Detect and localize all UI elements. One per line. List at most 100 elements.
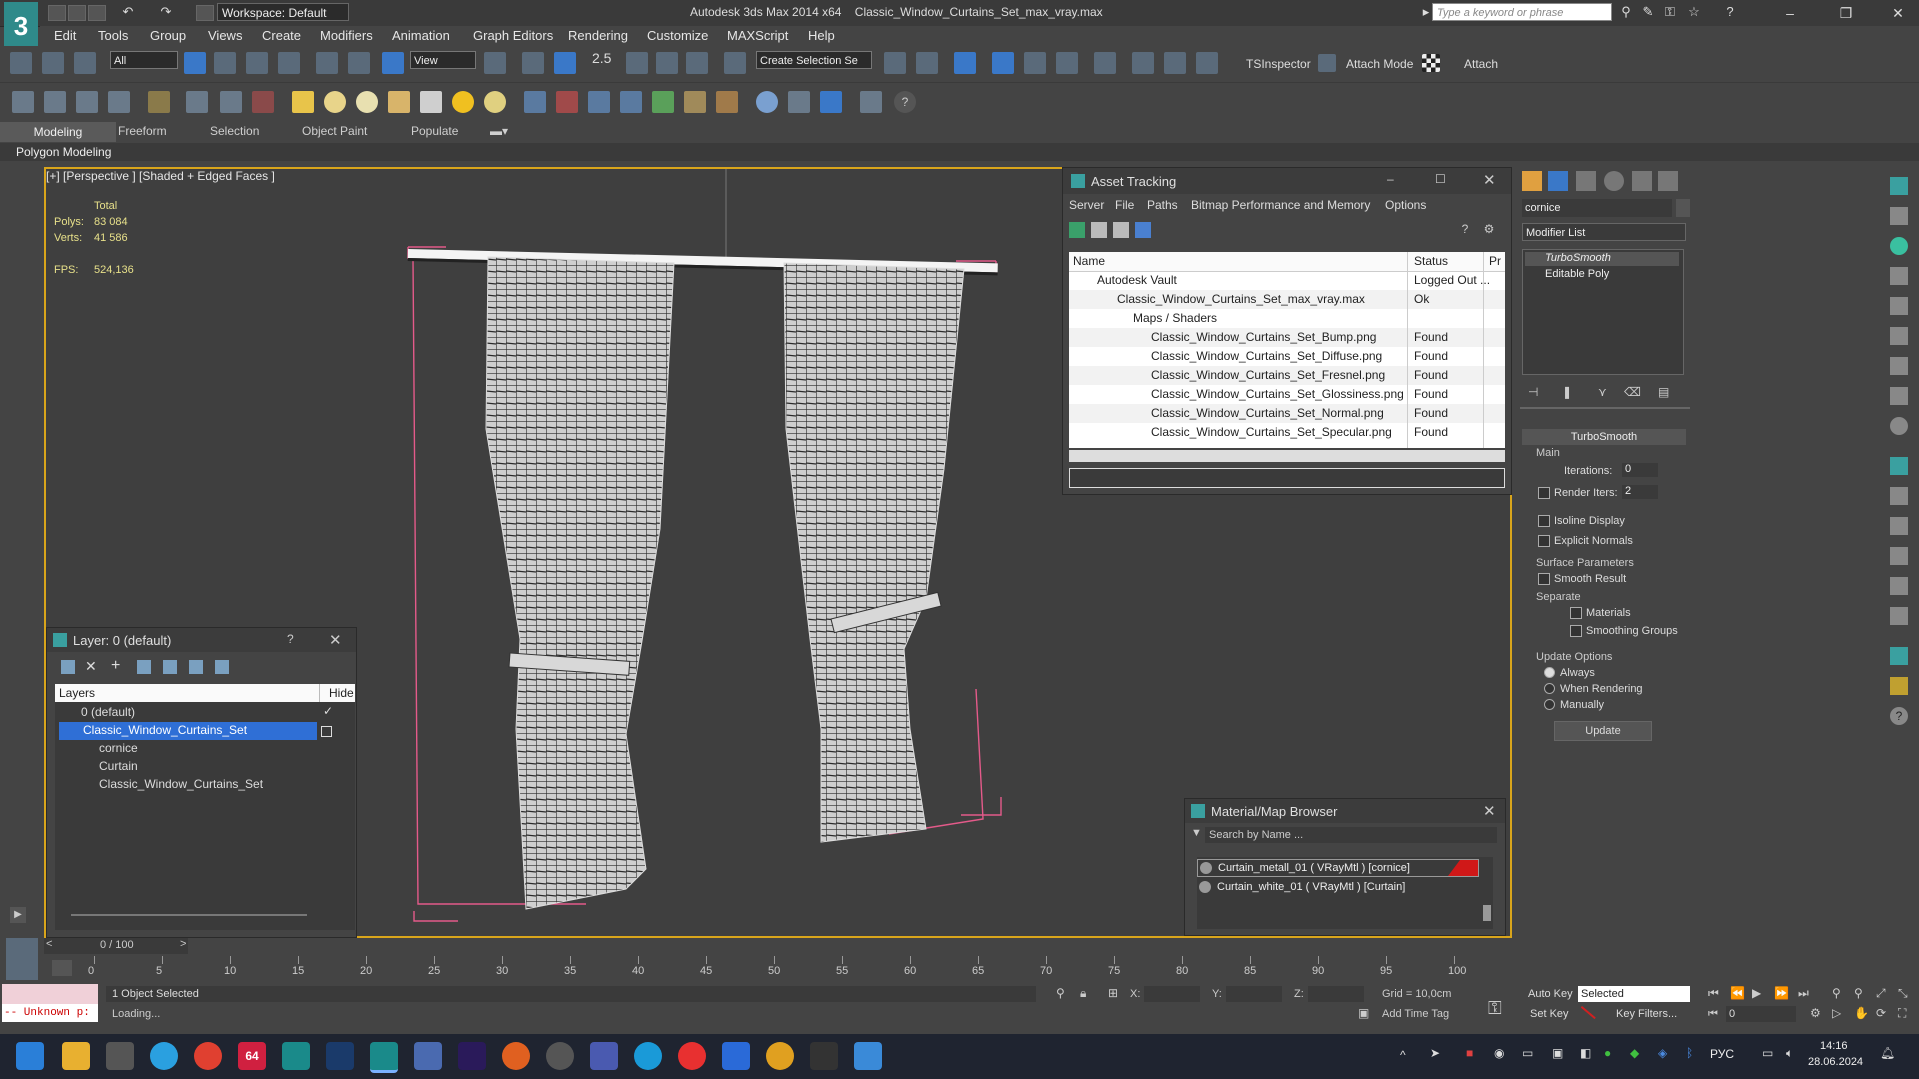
- strip-icon-14[interactable]: [1890, 577, 1908, 595]
- strip-icon-10[interactable]: [1890, 457, 1908, 475]
- configure-sets-icon[interactable]: ▤: [1658, 385, 1669, 399]
- tab-freeform[interactable]: Freeform: [118, 124, 167, 138]
- language-indicator[interactable]: РУС: [1710, 1047, 1734, 1061]
- create-layer-icon[interactable]: [61, 660, 75, 674]
- tab-modeling[interactable]: Modeling: [0, 122, 116, 142]
- browser-options-icon[interactable]: ▼: [1191, 827, 1202, 839]
- horizontal-scrollbar[interactable]: [1069, 450, 1505, 462]
- help-icon[interactable]: ?: [287, 632, 294, 646]
- strip-help-icon[interactable]: ?: [1890, 707, 1908, 725]
- restore-icon[interactable]: ❐: [1826, 2, 1866, 24]
- keyword-search-input[interactable]: Type a keyword or phrase: [1432, 3, 1612, 21]
- edit-named-selection-icon[interactable]: [724, 52, 746, 74]
- close-icon[interactable]: ✕: [329, 631, 342, 649]
- mini-listener-icon[interactable]: [6, 938, 38, 980]
- yandex-icon[interactable]: [678, 1042, 706, 1070]
- edge-icon[interactable]: [634, 1042, 662, 1070]
- refresh-icon[interactable]: [1069, 222, 1085, 238]
- tray-chevron-icon[interactable]: ^: [1400, 1048, 1406, 1062]
- attach-mode-icon[interactable]: [1318, 54, 1336, 72]
- network-icon[interactable]: ▭: [1762, 1046, 1773, 1060]
- vertical-scrollbar[interactable]: [1483, 905, 1491, 921]
- bind-space-warp-icon[interactable]: [74, 52, 96, 74]
- table-row[interactable]: Classic_Window_Curtains_Set_Diffuse.png F…: [1069, 347, 1505, 366]
- selection-region-icon[interactable]: [246, 52, 268, 74]
- strip-icon-16[interactable]: [1890, 647, 1908, 665]
- tray-monitor-icon[interactable]: ▭: [1522, 1046, 1533, 1060]
- select-object-icon[interactable]: [184, 52, 206, 74]
- notifications-icon[interactable]: 🔔︎: [1880, 1046, 1895, 1060]
- goto-end-icon[interactable]: ⏭: [1798, 986, 1809, 1001]
- toolbar2-icon-2[interactable]: [44, 91, 66, 113]
- toolbar2-icon-19[interactable]: [620, 91, 642, 113]
- spinner-snap-icon[interactable]: [686, 52, 708, 74]
- time-tag-icon[interactable]: ▣: [1358, 1006, 1369, 1020]
- app-logo-icon[interactable]: 3: [4, 2, 38, 52]
- select-in-layer-icon[interactable]: [137, 660, 151, 674]
- toolbar2-icon-6[interactable]: [186, 91, 208, 113]
- key-mode-dropdown[interactable]: Selected: [1578, 986, 1690, 1002]
- ribbon-options-icon[interactable]: ▬▾: [490, 124, 508, 138]
- link-icon[interactable]: [10, 52, 32, 74]
- help-icon[interactable]: ?: [1457, 222, 1473, 238]
- layer-manager-icon[interactable]: [954, 52, 976, 74]
- list-view-icon[interactable]: [1091, 222, 1107, 238]
- selection-filter-dropdown[interactable]: All: [110, 51, 178, 69]
- minimize-icon[interactable]: –: [1387, 172, 1394, 186]
- menu-edit[interactable]: Edit: [54, 28, 76, 43]
- reference-coord-dropdown[interactable]: View: [410, 51, 476, 69]
- tab-selection[interactable]: Selection: [210, 124, 259, 138]
- stack-item-turbosmooth[interactable]: TurboSmooth: [1525, 252, 1679, 266]
- asset-tracking-titlebar[interactable]: Asset Tracking – ☐ ✕: [1063, 168, 1511, 194]
- camera-icon[interactable]: [854, 1042, 882, 1070]
- strip-icon-9[interactable]: [1890, 417, 1908, 435]
- 3dsmax-icon[interactable]: [282, 1042, 310, 1070]
- app-orange-icon[interactable]: [502, 1042, 530, 1070]
- attach-mode-button[interactable]: Attach Mode: [1346, 57, 1413, 71]
- windows-start-icon[interactable]: [16, 1042, 44, 1070]
- time-slider[interactable]: 0 / 100 < >: [44, 938, 188, 954]
- absolute-mode-icon[interactable]: ⊞: [1108, 986, 1118, 1000]
- settings-icon[interactable]: ⚙: [1481, 222, 1497, 238]
- tray-nvidia-icon[interactable]: ◆: [1630, 1046, 1639, 1060]
- asset-menu-server[interactable]: Server: [1069, 198, 1104, 212]
- redo-icon[interactable]: ↷: [158, 4, 174, 20]
- menu-group[interactable]: Group: [150, 28, 186, 43]
- keyboard-shortcut-icon[interactable]: [554, 52, 576, 74]
- workspace-dropdown[interactable]: Workspace: Default: [217, 3, 349, 21]
- render-production-icon[interactable]: [1196, 52, 1218, 74]
- column-pr[interactable]: Pr: [1489, 254, 1501, 268]
- iterations-spinner[interactable]: 0: [1622, 463, 1658, 477]
- sphere-icon[interactable]: [356, 91, 378, 113]
- strip-icon-8[interactable]: [1890, 387, 1908, 405]
- teapot-icon[interactable]: [388, 91, 410, 113]
- photoshop-icon[interactable]: [326, 1042, 354, 1070]
- app-64-icon[interactable]: 64: [238, 1042, 266, 1070]
- time-config-icon[interactable]: ⚙: [1810, 1006, 1821, 1020]
- tab-object-paint[interactable]: Object Paint: [302, 124, 367, 138]
- zoom-extents-all-icon[interactable]: ⤡: [1898, 986, 1908, 1001]
- current-frame-field[interactable]: 0: [1726, 1006, 1796, 1022]
- viewport-label[interactable]: [+] [Perspective ] [Shaded + Edged Faces…: [46, 169, 275, 183]
- remove-modifier-icon[interactable]: ⌫: [1624, 385, 1641, 399]
- layer-dialog-titlebar[interactable]: Layer: 0 (default) ? ✕: [47, 628, 356, 652]
- table-row[interactable]: Classic_Window_Curtains_Set_Specular.png…: [1069, 423, 1505, 442]
- file-explorer-icon[interactable]: [62, 1042, 90, 1070]
- toolbar2-icon-26[interactable]: [860, 91, 882, 113]
- set-key-button[interactable]: Set Key: [1530, 1008, 1569, 1020]
- table-row[interactable]: Classic_Window_Curtains_Set_Glossiness.p…: [1069, 385, 1505, 404]
- list-item[interactable]: Curtain_metall_01 ( VRayMtl ) [cornice]: [1197, 859, 1479, 877]
- minimize-icon[interactable]: –: [1770, 2, 1810, 24]
- open-file-icon[interactable]: [68, 5, 86, 21]
- pin-stack-icon[interactable]: ⊣: [1528, 385, 1538, 399]
- smoothing-groups-checkbox[interactable]: [1570, 625, 1582, 637]
- scale-icon[interactable]: [382, 52, 404, 74]
- percent-snap-icon[interactable]: [656, 52, 678, 74]
- pivot-center-icon[interactable]: [484, 52, 506, 74]
- toolbar2-icon-25[interactable]: [820, 91, 842, 113]
- close-icon[interactable]: ✕: [1878, 2, 1918, 24]
- update-button[interactable]: Update: [1554, 721, 1652, 741]
- strip-icon-2[interactable]: [1890, 207, 1908, 225]
- zoom-icon[interactable]: ⚲: [1832, 986, 1841, 1000]
- telegram-icon[interactable]: [150, 1042, 178, 1070]
